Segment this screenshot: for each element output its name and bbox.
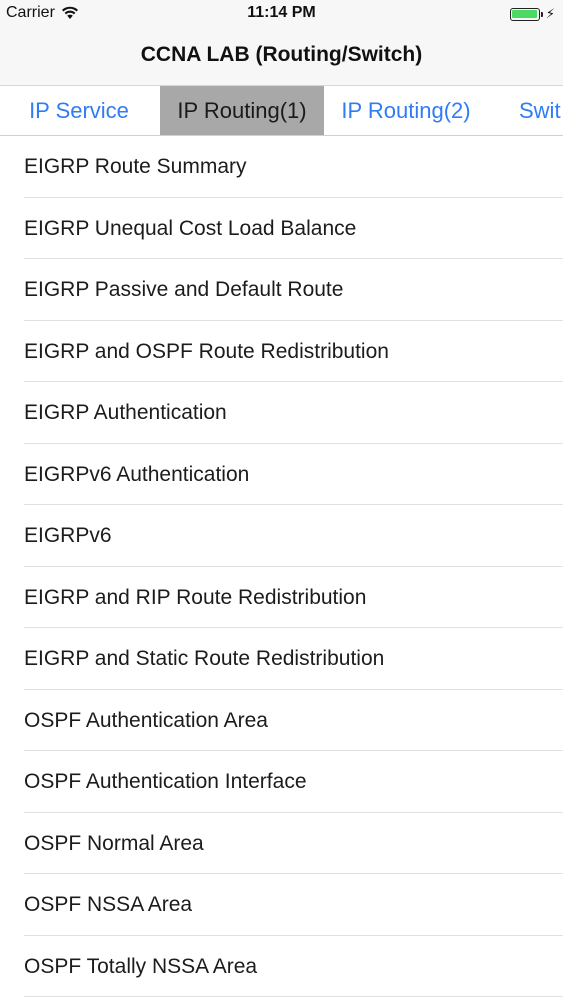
list-item[interactable]: EIGRP Authentication	[0, 382, 563, 444]
list-item-label: OSPF Authentication Interface	[24, 770, 307, 793]
navigation-bar: CCNA LAB (Routing/Switch)	[0, 26, 563, 86]
list-item[interactable]: OSPF Normal Area	[0, 813, 563, 875]
list-item[interactable]: EIGRP and OSPF Route Redistribution	[0, 321, 563, 383]
list-item-label: EIGRP Route Summary	[24, 155, 247, 178]
list-item-label: EIGRPv6 Authentication	[24, 462, 250, 486]
lab-list: EIGRP Route Summary EIGRP Unequal Cost L…	[0, 136, 563, 997]
list-item[interactable]: OSPF Authentication Interface	[0, 751, 563, 813]
list-item-label: EIGRP Authentication	[24, 401, 227, 424]
charging-bolt-icon: ⚡	[545, 6, 555, 21]
list-item[interactable]: OSPF Authentication Area	[0, 690, 563, 752]
tab-ip-routing-1[interactable]: IP Routing(1)	[160, 86, 324, 135]
list-item-label: EIGRP and Static Route Redistribution	[24, 647, 385, 670]
battery-indicator: ⚡	[509, 6, 555, 22]
list-item[interactable]: EIGRP Unequal Cost Load Balance	[0, 198, 563, 260]
app-screen: Carrier 11:14 PM ⚡ CCNA LAB (Routing/Swi…	[0, 0, 563, 1000]
tab-label: IP Routing(1)	[177, 98, 307, 123]
status-bar: Carrier 11:14 PM ⚡	[0, 0, 563, 26]
list-item[interactable]: OSPF NSSA Area	[0, 874, 563, 936]
list-item-label: OSPF NSSA Area	[24, 893, 193, 916]
tab-ip-service[interactable]: IP Service	[0, 86, 158, 135]
tab-label: IP Routing(2)	[341, 98, 471, 123]
list-item-label: EIGRP Passive and Default Route	[24, 278, 344, 301]
battery-icon	[509, 7, 540, 21]
tab-ip-routing-2[interactable]: IP Routing(2)	[324, 86, 488, 135]
list-item[interactable]: EIGRP Route Summary	[0, 136, 563, 198]
tab-label: IP Service	[29, 98, 129, 123]
list-item-label: OSPF Authentication Area	[24, 708, 268, 732]
battery-level-fill	[512, 10, 538, 18]
list-item[interactable]: OSPF Totally NSSA Area	[0, 936, 563, 998]
list-item-label: EIGRPv6	[24, 524, 112, 547]
list-item-label: EIGRP and RIP Route Redistribution	[24, 585, 367, 609]
list-item-label: EIGRP and OSPF Route Redistribution	[24, 339, 389, 363]
tab-label: Swit	[519, 98, 561, 123]
tab-switching[interactable]: Swit	[519, 86, 563, 135]
status-time: 11:14 PM	[247, 4, 316, 21]
category-tab-strip[interactable]: IP Service IP Routing(1) IP Routing(2) S…	[0, 86, 563, 136]
list-item-label: OSPF Normal Area	[24, 831, 204, 855]
list-item[interactable]: EIGRP Passive and Default Route	[0, 259, 563, 321]
list-item[interactable]: EIGRPv6 Authentication	[0, 444, 563, 506]
list-item[interactable]: EIGRPv6	[0, 505, 563, 567]
list-item-label: EIGRP Unequal Cost Load Balance	[24, 216, 357, 240]
list-item-label: OSPF Totally NSSA Area	[24, 954, 258, 978]
list-item[interactable]: EIGRP and RIP Route Redistribution	[0, 567, 563, 629]
page-title: CCNA LAB (Routing/Switch)	[140, 43, 423, 66]
battery-tip	[540, 11, 543, 17]
list-item[interactable]: EIGRP and Static Route Redistribution	[0, 628, 563, 690]
